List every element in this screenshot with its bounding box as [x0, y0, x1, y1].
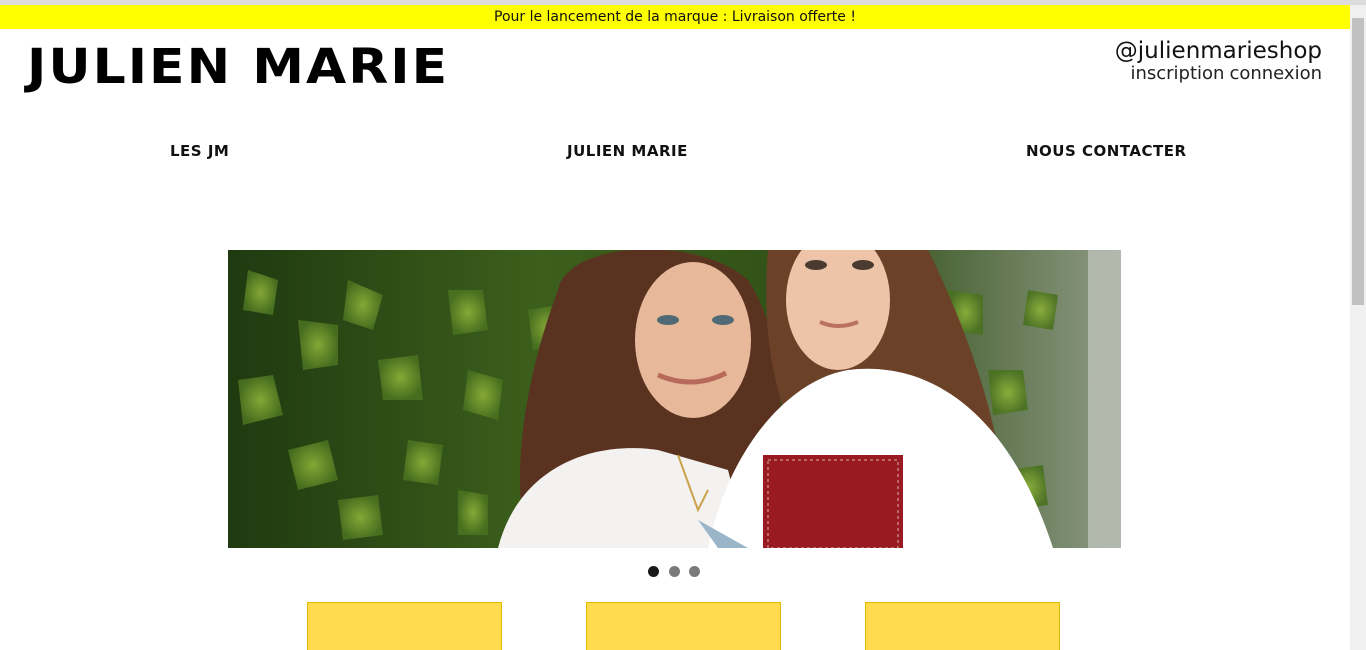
- category-card-1[interactable]: [307, 602, 502, 650]
- login-link[interactable]: connexion: [1229, 63, 1322, 84]
- account-links: inscription connexion: [1130, 63, 1322, 85]
- category-card-2[interactable]: [586, 602, 781, 650]
- hero-image: [228, 250, 1121, 548]
- main-nav: LES JM JULIEN MARIE NOUS CONTACTER: [0, 142, 1350, 162]
- hero-carousel-slide[interactable]: [228, 250, 1121, 548]
- site-logo[interactable]: JULIEN MARIE: [27, 40, 449, 95]
- page-scrollbar[interactable]: [1350, 5, 1366, 650]
- category-card-3[interactable]: [865, 602, 1060, 650]
- scrollbar-thumb[interactable]: [1352, 18, 1364, 305]
- nav-item-les-jm[interactable]: LES JM: [170, 142, 229, 160]
- promo-banner: Pour le lancement de la marque : Livrais…: [0, 5, 1350, 29]
- carousel-dot-2[interactable]: [669, 566, 680, 577]
- carousel-dot-3[interactable]: [689, 566, 700, 577]
- signup-link[interactable]: inscription: [1130, 63, 1224, 84]
- carousel-dot-1[interactable]: [648, 566, 659, 577]
- nav-item-contact[interactable]: NOUS CONTACTER: [1026, 142, 1187, 160]
- nav-item-julien-marie[interactable]: JULIEN MARIE: [567, 142, 688, 160]
- social-handle-link[interactable]: @julienmarieshop: [1115, 38, 1322, 64]
